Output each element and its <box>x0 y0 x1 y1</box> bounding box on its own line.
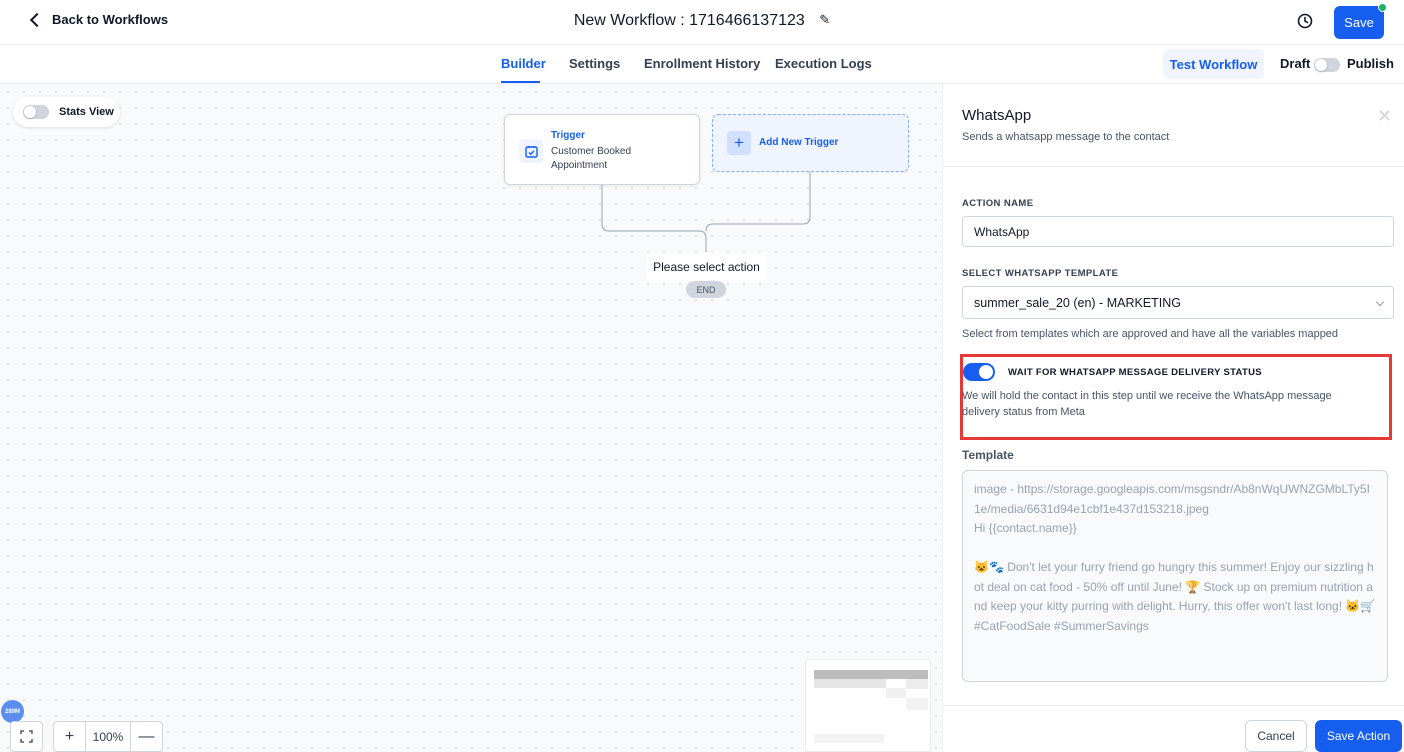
zoom-out-icon[interactable]: — <box>131 722 162 751</box>
select-action-node[interactable]: Please select action <box>647 252 766 282</box>
top-bar: Back to Workflows New Workflow : 1716466… <box>0 0 1404 45</box>
wait-delivery-label: WAIT FOR WHATSAPP MESSAGE DELIVERY STATU… <box>1008 367 1262 378</box>
panel-subtitle: Sends a whatsapp message to the contact <box>962 131 1170 143</box>
tab-settings[interactable]: Settings <box>569 56 620 71</box>
draft-label: Draft <box>1280 56 1311 71</box>
tab-bar: Builder Settings Enrollment History Exec… <box>0 45 1404 84</box>
calendar-check-icon <box>519 139 543 163</box>
connector-lines <box>601 172 811 252</box>
workflow-canvas[interactable]: Stats View Trigger Customer Booked Appoi… <box>0 84 942 752</box>
save-button[interactable]: Save <box>1334 6 1384 39</box>
tab-builder[interactable]: Builder <box>501 56 546 71</box>
template-label: Template <box>962 448 1014 462</box>
publish-label: Publish <box>1347 56 1394 71</box>
save-action-button[interactable]: Save Action <box>1315 720 1402 752</box>
chevron-down-icon <box>1375 297 1385 307</box>
action-name-value: WhatsApp <box>974 224 1030 239</box>
template-select-value: summer_sale_20 (en) - MARKETING <box>974 295 1182 310</box>
fit-view-control <box>10 721 43 752</box>
fit-view-icon[interactable] <box>11 722 42 751</box>
action-panel: WhatsApp Sends a whatsapp message to the… <box>942 84 1404 752</box>
history-icon[interactable] <box>1296 12 1314 30</box>
trigger-node[interactable]: Trigger Customer Booked Appointment <box>504 114 700 185</box>
tab-execution-logs[interactable]: Execution Logs <box>775 56 872 71</box>
zoom-in-icon[interactable]: + <box>54 722 85 751</box>
wait-delivery-toggle[interactable] <box>963 363 995 381</box>
zoom-value: 100% <box>85 722 131 751</box>
action-name-label: ACTION NAME <box>962 198 1034 209</box>
active-tab-indicator <box>501 81 540 83</box>
avatar-badge[interactable]: 289M <box>1 700 24 723</box>
trigger-title: Trigger <box>551 130 585 141</box>
workflow-title: New Workflow : 1716466137123 ✎ <box>0 12 1404 30</box>
minimap[interactable] <box>805 659 931 752</box>
tab-enrollment-history[interactable]: Enrollment History <box>644 56 760 71</box>
status-dot <box>1378 3 1387 12</box>
template-select[interactable]: summer_sale_20 (en) - MARKETING <box>962 286 1394 319</box>
publish-toggle[interactable] <box>1314 58 1340 72</box>
plus-icon: + <box>727 131 751 155</box>
zoom-controls: + 100% — <box>10 721 163 752</box>
divider <box>943 166 1404 167</box>
divider <box>943 705 1404 706</box>
minimap-preview <box>814 670 928 743</box>
action-name-input[interactable]: WhatsApp <box>962 216 1394 247</box>
workflow-title-text: New Workflow : 1716466137123 <box>573 12 805 29</box>
close-icon[interactable]: ✕ <box>1377 106 1392 127</box>
template-hint: Select from templates which are approved… <box>962 328 1339 340</box>
cancel-button[interactable]: Cancel <box>1245 720 1307 752</box>
template-body-text: image - https://storage.googleapis.com/m… <box>974 482 1376 633</box>
panel-title: WhatsApp <box>962 107 1032 124</box>
trigger-description: Customer Booked Appointment <box>551 146 632 171</box>
template-body-textarea[interactable]: image - https://storage.googleapis.com/m… <box>962 470 1388 682</box>
add-new-trigger-button[interactable]: + Add New Trigger <box>712 114 909 172</box>
zoom-level-control: + 100% — <box>53 721 163 752</box>
end-node: END <box>686 281 726 298</box>
add-trigger-label: Add New Trigger <box>759 137 839 148</box>
wait-delivery-description: We will hold the contact in this step un… <box>962 390 1332 418</box>
template-select-label: SELECT WHATSAPP TEMPLATE <box>962 268 1119 279</box>
test-workflow-button[interactable]: Test Workflow <box>1163 49 1264 79</box>
edit-pencil-icon[interactable]: ✎ <box>819 12 830 28</box>
